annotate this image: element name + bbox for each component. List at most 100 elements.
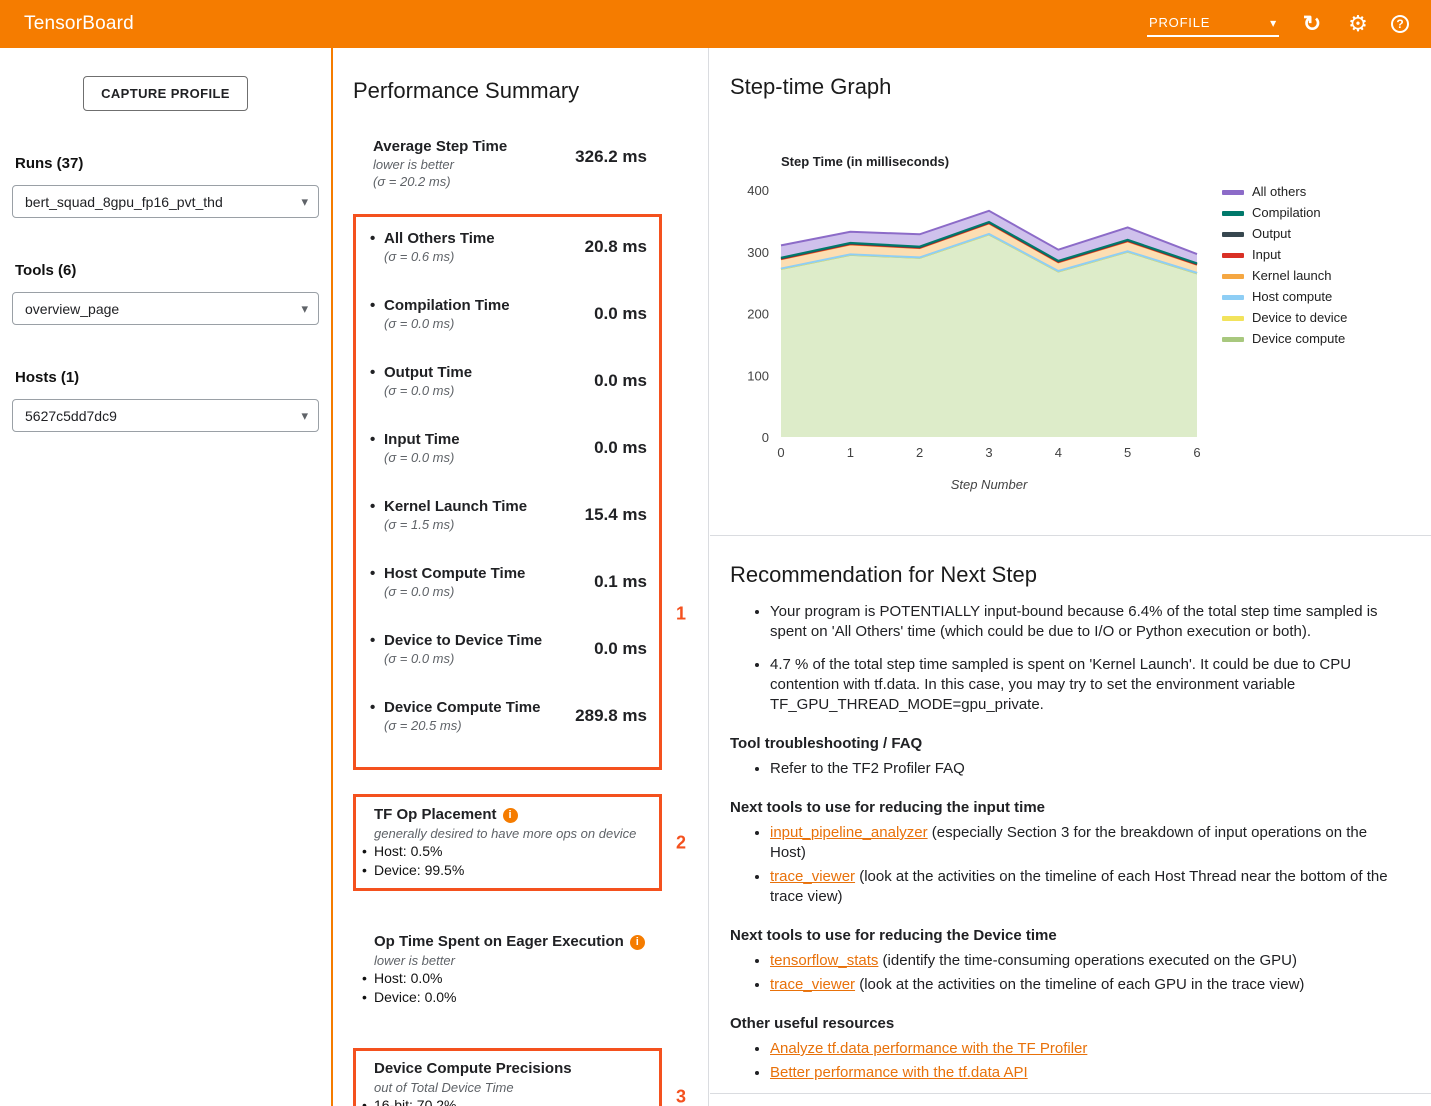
input-pipeline-analyzer-link[interactable]: input_pipeline_analyzer bbox=[770, 824, 928, 841]
metric-title: Output Time bbox=[384, 364, 472, 381]
y-tick-label: 100 bbox=[747, 368, 769, 383]
legend-swatch bbox=[1222, 274, 1244, 279]
trace-viewer-link[interactable]: trace_viewer bbox=[770, 868, 855, 885]
bullet-icon bbox=[370, 631, 384, 650]
metric-title: All Others Time bbox=[384, 230, 495, 247]
tensorflow-stats-link[interactable]: tensorflow_stats bbox=[770, 952, 878, 969]
recommendation-card: Recommendation for Next Step Your progra… bbox=[710, 536, 1431, 1094]
chevron-down-icon bbox=[301, 193, 308, 210]
metric-sigma: (σ = 0.0 ms) bbox=[384, 650, 542, 667]
tools-select-value: overview_page bbox=[25, 301, 119, 317]
tools-select[interactable]: overview_page bbox=[12, 292, 319, 325]
faq-item: Refer to the TF2 Profiler FAQ bbox=[770, 760, 965, 777]
trace-viewer-link[interactable]: trace_viewer bbox=[770, 976, 855, 993]
chevron-down-icon bbox=[301, 300, 308, 317]
bullet-icon bbox=[370, 698, 384, 717]
bullet-icon bbox=[370, 229, 384, 248]
tools-field: Tools (6) overview_page bbox=[12, 262, 319, 325]
device-percentage: Device: 0.0% bbox=[374, 989, 456, 1005]
x-tick-label: 6 bbox=[1193, 445, 1200, 460]
legend-label: Compilation bbox=[1252, 205, 1321, 220]
settings-gear-icon[interactable] bbox=[1345, 11, 1371, 37]
list-item: Device: 0.0% bbox=[362, 988, 647, 1007]
metric-title: Device Compute Time bbox=[384, 699, 540, 716]
metric-value: 15.4 ms bbox=[585, 497, 647, 533]
metric-title: Compilation Time bbox=[384, 297, 510, 314]
legend-label: Input bbox=[1252, 247, 1281, 262]
runs-select-value: bert_squad_8gpu_fp16_pvt_thd bbox=[25, 194, 223, 210]
legend-swatch bbox=[1222, 190, 1244, 195]
annotation-label-1: 1 bbox=[676, 604, 686, 625]
step-time-chart: 01002003004000123456Step NumberAll other… bbox=[730, 166, 1420, 516]
metric-row: All Others Time (σ = 0.6 ms) 20.8 ms bbox=[370, 229, 647, 265]
metric-row: Compilation Time (σ = 0.0 ms) 0.0 ms bbox=[370, 296, 647, 332]
hosts-select[interactable]: 5627c5dd7dc9 bbox=[12, 399, 319, 432]
list-item: Analyze tf.data performance with the TF … bbox=[770, 1039, 1405, 1059]
bullet-icon bbox=[362, 988, 374, 1007]
list-item: 4.7 % of the total step time sampled is … bbox=[770, 655, 1405, 715]
legend-swatch bbox=[1222, 211, 1244, 216]
list-item: Device: 99.5% bbox=[362, 861, 647, 880]
annotation-box-3: Device Compute Precisions out of Total D… bbox=[353, 1048, 662, 1106]
annotation-label-2: 2 bbox=[676, 832, 686, 853]
legend-swatch bbox=[1222, 295, 1244, 300]
step-time-graph-card: Step-time Graph Step Time (in millisecon… bbox=[710, 48, 1431, 536]
capture-profile-button[interactable]: CAPTURE PROFILE bbox=[83, 76, 248, 111]
y-tick-label: 200 bbox=[747, 307, 769, 322]
x-tick-label: 4 bbox=[1055, 445, 1062, 460]
runs-select[interactable]: bert_squad_8gpu_fp16_pvt_thd bbox=[12, 185, 319, 218]
chart-area-device-compute bbox=[781, 234, 1197, 437]
metric-sigma: (σ = 1.5 ms) bbox=[384, 516, 527, 533]
dashboard-selector[interactable]: PROFILE bbox=[1147, 12, 1279, 37]
metric-value: 0.1 ms bbox=[594, 564, 647, 600]
dashboard-selector-label: PROFILE bbox=[1149, 15, 1210, 30]
metric-sigma: (σ = 0.0 ms) bbox=[384, 382, 472, 399]
refresh-icon[interactable] bbox=[1299, 11, 1325, 37]
legend-swatch bbox=[1222, 253, 1244, 258]
metric-value: 289.8 ms bbox=[575, 698, 647, 734]
host-percentage: Host: 0.5% bbox=[374, 843, 442, 859]
metric-value: 0.0 ms bbox=[594, 296, 647, 332]
info-icon[interactable] bbox=[503, 808, 518, 823]
annotation-label-3: 3 bbox=[676, 1086, 686, 1106]
annotation-group-1: All Others Time (σ = 0.6 ms) 20.8 ms Com… bbox=[353, 214, 690, 770]
metric-subtitle: lower is better bbox=[373, 156, 507, 173]
device-tools-heading: Next tools to use for reducing the Devic… bbox=[730, 926, 1405, 946]
x-axis-title: Step Number bbox=[951, 477, 1028, 492]
host-percentage: Host: 0.0% bbox=[374, 970, 442, 986]
bullet-icon bbox=[370, 363, 384, 382]
list-item: Host: 0.5% bbox=[362, 842, 647, 861]
bullet-icon bbox=[370, 564, 384, 583]
step-time-graph-title: Step-time Graph bbox=[730, 74, 891, 100]
y-tick-label: 0 bbox=[762, 430, 769, 445]
info-icon[interactable] bbox=[630, 935, 645, 950]
tfdata-performance-link[interactable]: Analyze tf.data performance with the TF … bbox=[770, 1040, 1087, 1057]
metric-sigma: (σ = 20.5 ms) bbox=[384, 717, 540, 734]
metric-sigma: (σ = 0.0 ms) bbox=[384, 583, 525, 600]
metric-row: Kernel Launch Time (σ = 1.5 ms) 15.4 ms bbox=[370, 497, 647, 533]
bullet-icon bbox=[362, 842, 374, 861]
section-label: Op Time Spent on Eager Execution bbox=[374, 933, 624, 950]
annotation-box-1: All Others Time (σ = 0.6 ms) 20.8 ms Com… bbox=[353, 214, 662, 770]
runs-label: Runs (37) bbox=[15, 155, 319, 172]
metric-title: Input Time bbox=[384, 431, 460, 448]
bullet-icon bbox=[370, 296, 384, 315]
metric-value: 326.2 ms bbox=[575, 137, 647, 190]
x-tick-label: 2 bbox=[916, 445, 923, 460]
help-icon[interactable] bbox=[1391, 15, 1409, 33]
list-item: 16-bit: 70.2% bbox=[362, 1096, 647, 1106]
metric-sigma: (σ = 0.6 ms) bbox=[384, 248, 495, 265]
runs-field: Runs (37) bert_squad_8gpu_fp16_pvt_thd bbox=[12, 155, 319, 218]
hosts-select-value: 5627c5dd7dc9 bbox=[25, 408, 117, 424]
x-tick-label: 3 bbox=[985, 445, 992, 460]
input-tools-list: input_pipeline_analyzer (especially Sect… bbox=[730, 823, 1405, 907]
list-item: tensorflow_stats (identify the time-cons… bbox=[770, 951, 1405, 971]
resources-heading: Other useful resources bbox=[730, 1014, 1405, 1034]
faq-heading: Tool troubleshooting / FAQ bbox=[730, 734, 1405, 754]
annotation-group-3: Device Compute Precisions out of Total D… bbox=[353, 1048, 690, 1106]
list-item: input_pipeline_analyzer (especially Sect… bbox=[770, 823, 1405, 863]
performance-summary-title: Performance Summary bbox=[353, 78, 690, 104]
tfdata-api-link[interactable]: Better performance with the tf.data API bbox=[770, 1064, 1028, 1081]
recommendation-text: 4.7 % of the total step time sampled is … bbox=[770, 656, 1351, 713]
chevron-down-icon bbox=[1270, 15, 1277, 30]
